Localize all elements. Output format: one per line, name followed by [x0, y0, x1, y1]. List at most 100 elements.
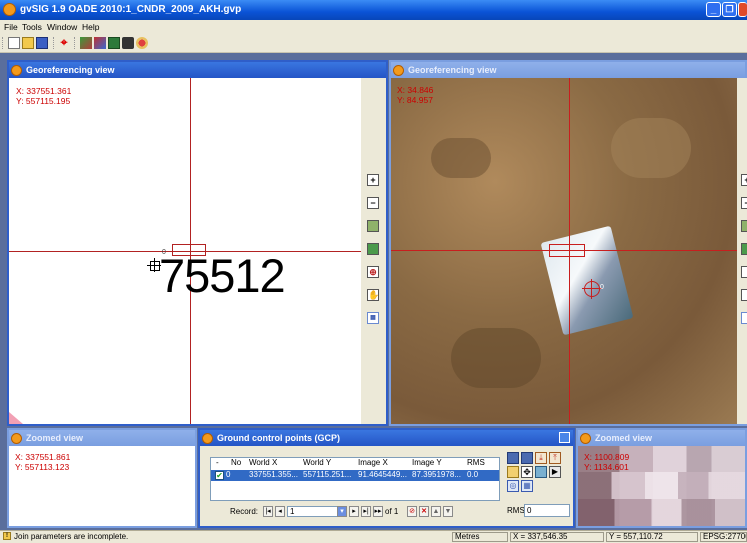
record-count: of 1 [385, 507, 399, 516]
record-dropdown-chevron-icon[interactable]: ▾ [337, 506, 347, 517]
gvsig-frame-icon [11, 433, 22, 444]
pan-icon[interactable] [741, 289, 747, 301]
table-row[interactable]: ✔ 0 337551.355... 557115.251... 91.46454… [211, 470, 499, 481]
table-view-icon[interactable]: ▦ [521, 480, 533, 492]
zoom-rect-icon[interactable] [741, 266, 747, 278]
move-up-icon[interactable]: ▲ [431, 506, 441, 517]
grid-icon[interactable] [741, 312, 747, 324]
minimize-button[interactable]: _ [706, 2, 721, 17]
zoom-pixel-row [578, 499, 745, 526]
terrain-patch [431, 138, 491, 178]
layers-icon[interactable] [741, 243, 747, 255]
pointer-icon[interactable] [136, 37, 148, 49]
frame-title: Zoomed view [595, 433, 653, 443]
status-y: Y = 557,110.72 [606, 532, 698, 542]
zoom-full-icon[interactable] [367, 220, 379, 232]
open-folder-icon[interactable] [507, 466, 519, 478]
status-epsg: EPSG:27700 [700, 532, 747, 542]
building-roof [540, 225, 634, 336]
close-button[interactable] [738, 2, 747, 17]
gvsig-frame-icon [202, 433, 213, 444]
col-header-select[interactable]: - [216, 458, 219, 467]
pan-icon[interactable]: ✋ [367, 289, 379, 301]
options-icon[interactable] [535, 466, 547, 478]
gcp-marker-icon[interactable] [582, 279, 602, 299]
warning-icon: ! [3, 532, 11, 540]
new-project-icon[interactable] [8, 37, 20, 49]
menu-bar: File Tools Window Help [0, 20, 747, 34]
frame-header: Georeferencing view [9, 62, 386, 78]
cursor-y-readout: Y: 557113.123 [15, 462, 70, 472]
prev-record-button[interactable]: ◂ [275, 506, 285, 517]
zoom-out-icon[interactable]: − [741, 197, 747, 209]
rms-field[interactable]: 0 [524, 504, 570, 517]
cursor-y-readout: Y: 84.957 [397, 95, 433, 105]
zoom-canvas[interactable]: X: 1100.809 Y: 1134.601 [578, 446, 745, 526]
layers-icon[interactable] [80, 37, 92, 49]
save-gcp-icon[interactable] [507, 452, 519, 464]
georeferencing-view-left: Georeferencing view X: 337551.361 Y: 557… [7, 60, 388, 426]
zoom-in-icon[interactable]: + [741, 174, 747, 186]
frame-header: Zoomed view [9, 430, 195, 446]
zoom-in-icon[interactable]: + [367, 174, 379, 186]
last-record-button[interactable]: ▸| [361, 506, 371, 517]
status-bar: ! Join parameters are incomplete. Metres… [0, 530, 747, 543]
raster-canvas[interactable]: X: 34.846 Y: 84.957 0 [391, 78, 737, 424]
zoom-pixel-row [578, 472, 745, 499]
toolbar-grip [2, 37, 5, 49]
frame-header: Ground control points (GCP) [200, 430, 573, 446]
col-header-world-y[interactable]: World Y [303, 458, 331, 467]
col-header-world-x[interactable]: World X [249, 458, 277, 467]
col-header-rms[interactable]: RMS [467, 458, 485, 467]
delete-point-icon[interactable]: ✕ [419, 506, 429, 517]
cursor-x-readout: X: 337551.861 [15, 452, 71, 462]
maximize-button[interactable] [559, 432, 570, 443]
record-label: Record: [230, 507, 259, 516]
clear-all-icon[interactable]: ⊘ [407, 506, 417, 517]
menu-tools[interactable]: Tools [22, 22, 42, 32]
gcp-body: - No World X World Y Image X Image Y RMS… [200, 446, 573, 526]
cursor-y-readout: Y: 557115.195 [16, 96, 71, 106]
export-icon[interactable]: ⤓ [535, 452, 547, 464]
cell-world-y: 557115.251... [303, 470, 352, 479]
cell-world-x: 337551.355... [249, 470, 298, 479]
col-header-image-y[interactable]: Image Y [412, 458, 442, 467]
process-icon[interactable]: ▶ [549, 466, 561, 478]
zoom-full-icon[interactable] [741, 220, 747, 232]
georef-icon[interactable] [94, 37, 106, 49]
zoom-out-icon[interactable]: − [367, 197, 379, 209]
terrain-patch [611, 118, 691, 178]
gvsig-frame-icon [580, 433, 591, 444]
import-icon[interactable]: ⤒ [549, 452, 561, 464]
layers-icon[interactable] [367, 243, 379, 255]
gvsig-app-icon [3, 3, 16, 16]
menu-help[interactable]: Help [82, 22, 99, 32]
col-header-no[interactable]: No [231, 458, 241, 467]
zoom-rect-icon[interactable]: ⊕ [367, 266, 379, 278]
restore-button[interactable]: ❐ [722, 2, 737, 17]
tools-icon[interactable] [122, 37, 134, 49]
title-bar: gvSIG 1.9 OADE 2010:1_CNDR_2009_AKH.gvp … [0, 0, 747, 20]
next-record-button[interactable]: ▸ [349, 506, 359, 517]
center-view-icon[interactable]: ◎ [507, 480, 519, 492]
open-project-icon[interactable] [22, 37, 34, 49]
menu-file[interactable]: File [4, 22, 18, 32]
first-record-button[interactable]: |◂ [263, 506, 273, 517]
terrain-patch [451, 328, 541, 388]
frame-title: Ground control points (GCP) [217, 433, 340, 443]
move-down-icon[interactable]: ▼ [443, 506, 453, 517]
gcp-table: - No World X World Y Image X Image Y RMS… [210, 457, 500, 501]
map-canvas[interactable]: X: 337551.361 Y: 557115.195 0 75512 [9, 78, 361, 424]
add-gcp-icon[interactable]: ⌖ [58, 36, 70, 49]
frame-title: Georeferencing view [408, 65, 497, 75]
goto-record-button[interactable]: ▸▸ [373, 506, 383, 517]
zoom-canvas[interactable]: X: 337551.861 Y: 557113.123 [9, 446, 195, 526]
grid-icon[interactable]: ▦ [367, 312, 379, 324]
save-project-icon[interactable] [36, 37, 48, 49]
table-icon[interactable] [108, 37, 120, 49]
col-header-image-x[interactable]: Image X [358, 458, 388, 467]
save-as-icon[interactable] [521, 452, 533, 464]
menu-window[interactable]: Window [47, 22, 77, 32]
move-tool-icon[interactable]: ✥ [521, 466, 533, 478]
row-checkbox[interactable]: ✔ [215, 471, 224, 480]
